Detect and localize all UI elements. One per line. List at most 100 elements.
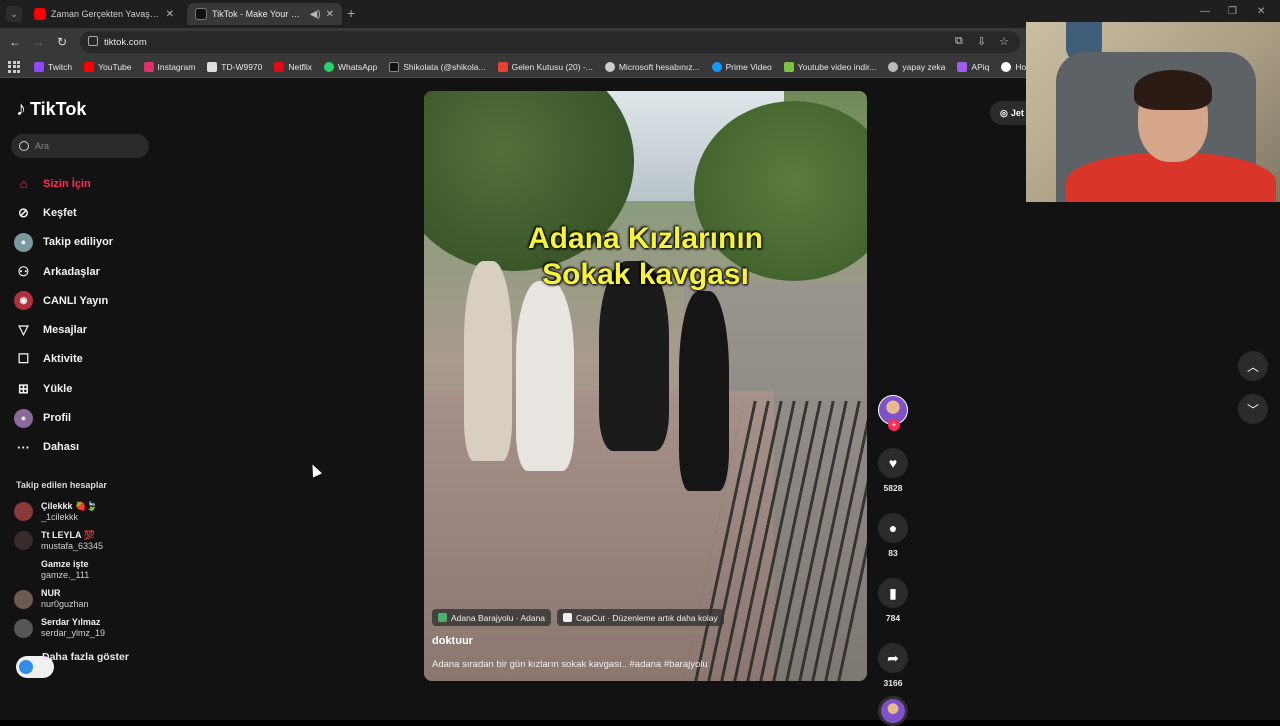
sidebar-item-friends[interactable]: ⚇ Arkadaşlar — [14, 257, 164, 286]
video-player[interactable]: Adana Kızlarının Sokak kavgası Adana Bar… — [424, 91, 867, 681]
browser-tab[interactable]: Zaman Gerçekten Yavaşlayabilir mi? ✕ — [26, 3, 182, 25]
following-account[interactable]: Gamze işte gamze._111 — [14, 555, 164, 584]
ai-icon — [888, 61, 899, 72]
browser-tab-active[interactable]: TikTok - Make Your Day ◀) ✕ — [187, 3, 342, 25]
translate-icon[interactable]: ⧉ — [955, 35, 963, 48]
share-count: 3166 — [883, 678, 903, 688]
capcut-icon — [563, 613, 573, 622]
sidebar-item-messages[interactable]: ▽ Mesajlar — [14, 315, 164, 344]
heart-icon: ♥ — [888, 455, 898, 471]
previous-video-button[interactable]: ︿ — [1238, 351, 1268, 381]
avatar — [14, 589, 33, 609]
location-chip[interactable]: Adana Barajyolu · Adana — [432, 609, 552, 626]
bookmark-apiq[interactable]: APiq — [957, 61, 989, 72]
sidebar-item-for-you[interactable]: ⌂ Sizin İçin — [14, 169, 164, 198]
following-account[interactable]: Çilekkk 🍓🍃 _1cilekkk — [14, 497, 164, 526]
sidebar-item-upload[interactable]: ⊞ Yükle — [14, 374, 164, 403]
tiktok-icon — [389, 61, 400, 72]
tab-title: Zaman Gerçekten Yavaşlayabilir mi? — [51, 9, 161, 19]
activity-icon: ☐ — [17, 351, 30, 367]
follow-plus-icon[interactable]: + — [888, 419, 900, 431]
apps-grid-icon[interactable] — [8, 60, 20, 73]
bookmark-youtube[interactable]: YouTube — [84, 61, 132, 72]
bookmark-star-icon[interactable]: ☆ — [999, 35, 1009, 48]
audio-speaker-icon[interactable]: ◀) — [310, 9, 321, 20]
bookmark-prime-video[interactable]: Prime Video — [711, 61, 772, 72]
home-icon: ⌂ — [19, 176, 28, 192]
following-account[interactable]: Serdar Yılmaz serdar_ylmz_19 — [14, 614, 164, 643]
install-app-icon[interactable]: ⇩ — [977, 35, 986, 48]
following-avatar-icon: ● — [14, 232, 33, 252]
bookmark-ai[interactable]: yapay zeka — [888, 61, 945, 72]
following-account[interactable]: NUR nur0guzhan — [14, 585, 164, 614]
plus-icon[interactable]: + — [347, 5, 355, 21]
like-button[interactable]: ♥ — [878, 448, 908, 478]
sidebar-nav: ⌂ Sizin İçin ⊘ Keşfet ● Takip ediliyor ⚇… — [14, 169, 164, 462]
twitch-icon — [34, 61, 44, 72]
show-more-link[interactable]: Daha fazla göster — [42, 651, 129, 663]
reload-icon[interactable]: ↻ — [54, 34, 70, 50]
bookmark-router[interactable]: TD-W9970 — [207, 61, 262, 72]
sidebar-item-live[interactable]: ◉ CANLI Yayın — [14, 286, 164, 315]
music-disc[interactable] — [878, 696, 908, 726]
bookmark-microsoft[interactable]: Microsoft hesabınız... — [604, 61, 700, 72]
chevron-down-icon: ﹀ — [1246, 402, 1259, 417]
search-box[interactable] — [11, 134, 149, 158]
close-tab-icon[interactable]: ✕ — [326, 9, 334, 20]
upload-icon: ⊞ — [18, 380, 29, 396]
bookmark-icon: ▮ — [889, 584, 897, 601]
tab-search-dropdown-icon[interactable]: ⌄ — [6, 6, 22, 22]
search-icon — [19, 141, 29, 151]
sidebar-item-following[interactable]: ● Takip ediliyor — [14, 228, 164, 257]
bookmark-gmail[interactable]: Gelen Kutusu (20) -... — [497, 61, 593, 72]
microsoft-icon — [604, 61, 615, 72]
search-input[interactable] — [35, 141, 135, 151]
netflix-icon — [274, 61, 285, 72]
sidebar-item-explore[interactable]: ⊘ Keşfet — [14, 198, 164, 227]
tab-title: TikTok - Make Your Day — [212, 9, 305, 19]
following-account[interactable]: Tt LEYLA 💯 mustafa_63345 — [14, 526, 164, 555]
bookmark-twitch[interactable]: Twitch — [34, 61, 72, 72]
max-icon — [1001, 61, 1012, 72]
compass-icon: ⊘ — [18, 204, 29, 220]
video-actions: + ♥ 5828 ● 83 ▮ 784 ➦ 3166 — [877, 395, 909, 726]
document-icon — [207, 61, 218, 72]
site-info-icon[interactable] — [88, 36, 98, 46]
save-button[interactable]: ▮ — [878, 578, 908, 608]
share-arrow-icon: ➦ — [887, 649, 899, 666]
share-button[interactable]: ➦ — [878, 643, 908, 673]
comment-button[interactable]: ● — [878, 513, 908, 543]
forward-arrow-icon[interactable]: → — [30, 34, 46, 50]
sidebar-item-activity[interactable]: ☐ Aktivite — [14, 345, 164, 374]
location-pin-icon — [438, 613, 447, 622]
more-dots-icon: ··· — [17, 439, 30, 455]
download-icon — [783, 61, 794, 72]
author-avatar[interactable]: + — [878, 395, 908, 431]
webcam-person-hair — [1134, 70, 1212, 110]
close-tab-icon[interactable]: ✕ — [166, 9, 174, 20]
next-video-button[interactable]: ﹀ — [1238, 394, 1268, 424]
sidebar-item-profile[interactable]: ● Profil — [14, 403, 164, 432]
bookmark-youtube-downloader[interactable]: Youtube video indir... — [783, 61, 876, 72]
save-count: 784 — [885, 613, 901, 623]
tiktok-logo[interactable]: ♪ TikTok — [16, 98, 86, 121]
maximize-icon[interactable]: ❐ — [1228, 6, 1237, 17]
avatar — [14, 618, 33, 638]
bookmark-whatsapp[interactable]: WhatsApp — [324, 61, 377, 72]
bookmark-instagram[interactable]: Instagram — [143, 61, 195, 72]
avatar — [14, 531, 33, 551]
chevron-up-icon: ︿ — [1246, 359, 1259, 374]
sidebar-item-more[interactable]: ··· Dahası — [14, 433, 164, 462]
bookmark-netflix[interactable]: Netflix — [274, 61, 312, 72]
video-person — [516, 281, 574, 471]
following-accounts-title: Takip edilen hesaplar — [16, 480, 107, 490]
video-author-username[interactable]: doktuur — [432, 635, 473, 647]
minimize-icon[interactable]: — — [1200, 6, 1210, 17]
comment-count: 83 — [888, 548, 898, 558]
capcut-chip[interactable]: CapCut · Düzenleme artık daha kolay — [557, 609, 724, 626]
address-bar[interactable]: tiktok.com — [80, 31, 1020, 53]
close-window-icon[interactable]: ✕ — [1257, 6, 1265, 17]
video-caption-overlay: Adana Kızlarının Sokak kavgası — [527, 222, 764, 291]
bookmark-shikolata[interactable]: Shikolata (@shikola... — [389, 61, 486, 72]
back-arrow-icon[interactable]: ← — [7, 34, 23, 50]
